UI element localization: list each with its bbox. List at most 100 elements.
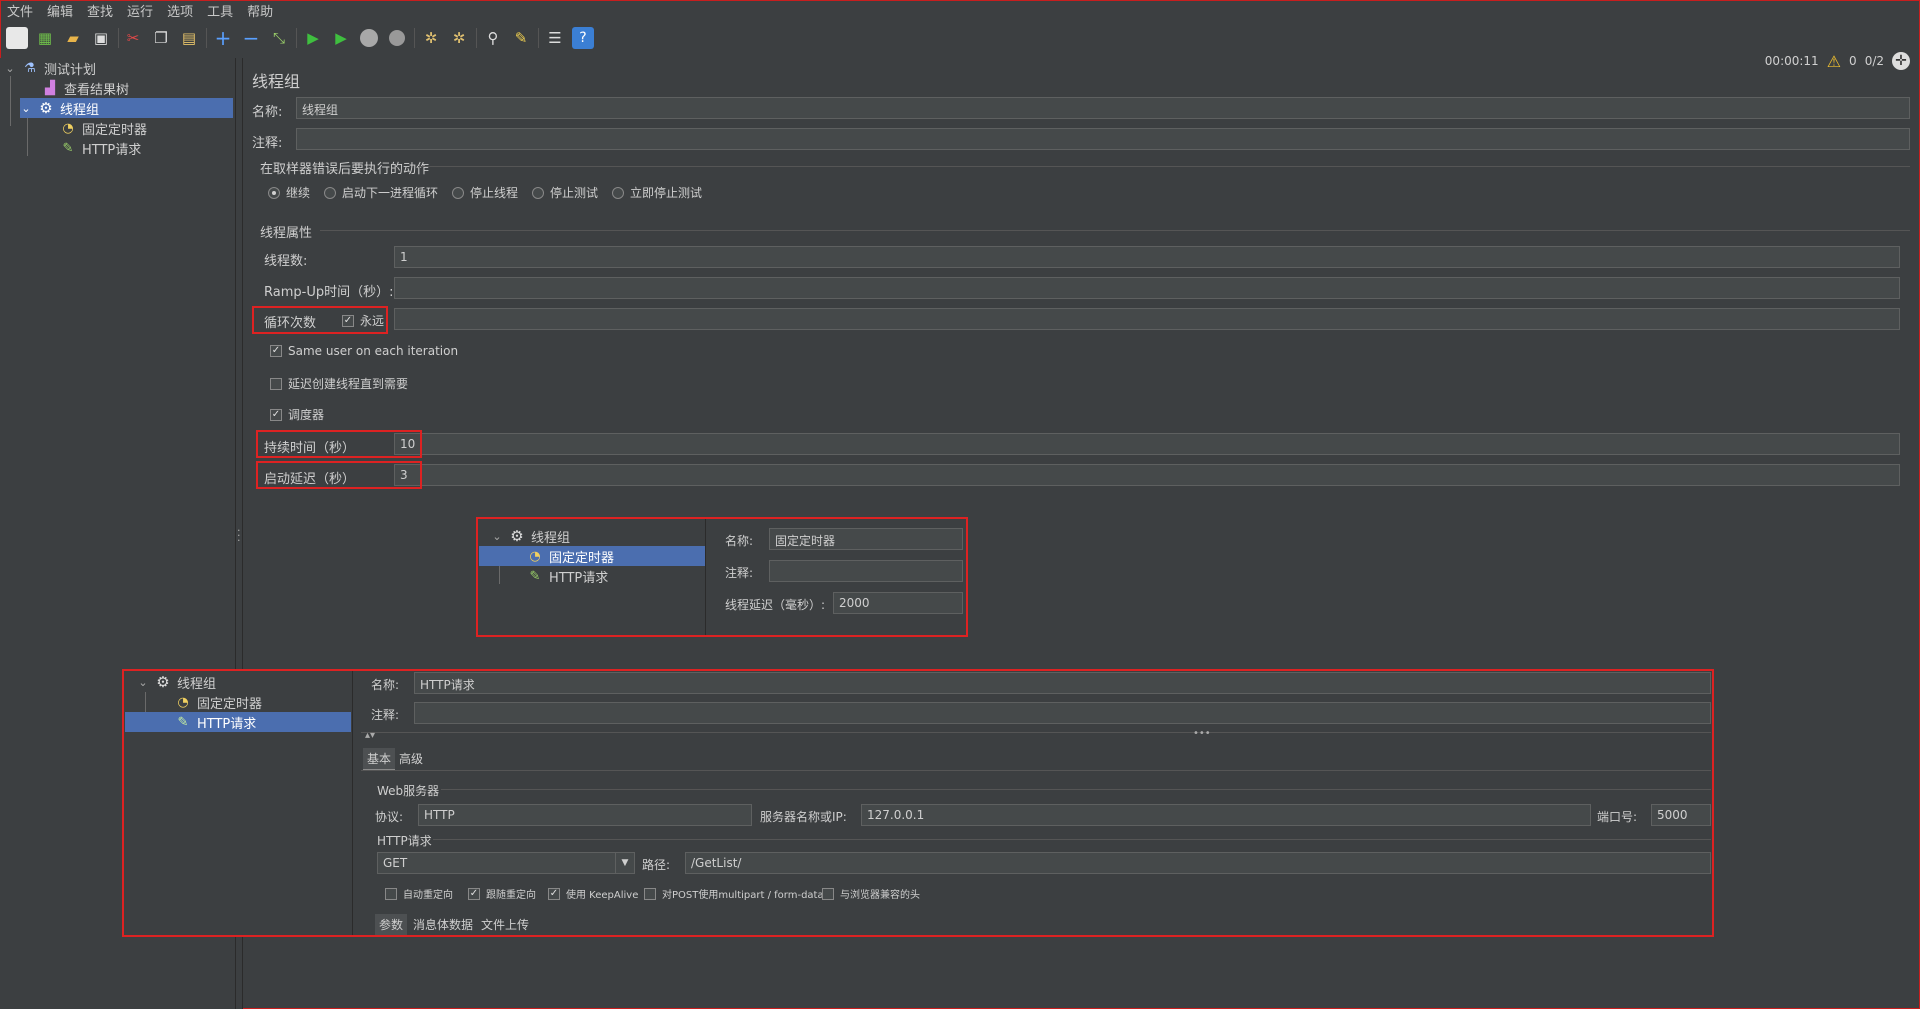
- tab-parameters[interactable]: 参数: [375, 914, 408, 937]
- cut-icon[interactable]: ✂: [122, 27, 144, 49]
- startup-delay-field[interactable]: 3: [394, 464, 1900, 486]
- comment-field[interactable]: [414, 702, 1711, 724]
- shutdown-icon[interactable]: [386, 27, 408, 49]
- tree-item-constant-timer[interactable]: ◔ 固定定时器: [125, 692, 351, 712]
- comment-field[interactable]: [296, 128, 1910, 150]
- toggle-icon[interactable]: ⤡: [268, 27, 290, 49]
- paste-icon[interactable]: ▤: [178, 27, 200, 49]
- checkbox-indicator[interactable]: [270, 377, 282, 390]
- collapse-icon[interactable]: −: [240, 26, 262, 50]
- chevron-down-icon[interactable]: ⌄: [20, 102, 32, 115]
- tree-item-thread-group[interactable]: ⌄ ⚙ 线程组: [137, 672, 337, 692]
- tree-item-constant-timer[interactable]: ◔ 固定定时器: [479, 546, 705, 566]
- radio-indicator[interactable]: [612, 186, 624, 199]
- menu-help[interactable]: 帮助: [240, 1, 280, 20]
- menu-run[interactable]: 运行: [120, 1, 160, 20]
- radio-indicator[interactable]: [268, 186, 280, 199]
- tree-item-thread-group[interactable]: ⌄ ⚙ 线程组: [491, 526, 691, 546]
- start-no-pause-icon[interactable]: ▶: [330, 27, 352, 49]
- timer-icon: ◔: [177, 694, 189, 710]
- copy-icon[interactable]: ❐: [150, 27, 172, 49]
- checkbox-indicator[interactable]: ✓: [342, 314, 354, 327]
- browser-headers-checkbox[interactable]: 与浏览器兼容的头: [822, 886, 920, 901]
- comment-field[interactable]: [769, 560, 963, 582]
- tree-item-constant-timer[interactable]: ◔ 固定定时器: [40, 118, 250, 138]
- name-field[interactable]: 线程组: [296, 97, 1910, 119]
- chevron-down-icon[interactable]: ⌄: [137, 676, 149, 689]
- checkbox-indicator[interactable]: ✓: [468, 887, 480, 900]
- name-field[interactable]: 固定定时器: [769, 528, 963, 550]
- timer-icon: ◔: [62, 120, 74, 136]
- split-arrows-icon[interactable]: ▴▾: [365, 730, 375, 741]
- tree-item-http-request[interactable]: ✎ HTTP请求: [479, 566, 705, 586]
- checkbox-indicator[interactable]: [822, 887, 834, 900]
- menu-file[interactable]: 文件: [0, 1, 40, 20]
- tab-body-data[interactable]: 消息体数据: [413, 916, 473, 933]
- save-icon[interactable]: ▣: [90, 27, 112, 49]
- name-field[interactable]: HTTP请求: [414, 672, 1711, 694]
- menu-options[interactable]: 选项: [160, 1, 200, 20]
- tree-item-test-plan[interactable]: ⌄ ⚗ 测试计划: [4, 58, 232, 78]
- server-field[interactable]: 127.0.0.1: [861, 804, 1591, 826]
- chevron-down-icon[interactable]: ⌄: [4, 62, 16, 75]
- loop-count-field[interactable]: [394, 308, 1900, 330]
- templates-icon[interactable]: ▦: [34, 27, 56, 49]
- menu-search[interactable]: 查找: [80, 1, 120, 20]
- scheduler-checkbox[interactable]: ✓ 调度器: [270, 406, 324, 423]
- tab-basic[interactable]: 基本: [363, 748, 396, 771]
- method-select[interactable]: GET ▼: [377, 852, 635, 874]
- checkbox-indicator[interactable]: ✓: [548, 887, 560, 900]
- checkbox-indicator[interactable]: [644, 887, 656, 900]
- multipart-checkbox[interactable]: 对POST使用multipart / form-data: [644, 886, 824, 901]
- radio-indicator[interactable]: [324, 186, 336, 199]
- open-icon[interactable]: ▰: [62, 27, 84, 49]
- delay-thread-creation-checkbox[interactable]: 延迟创建线程直到需要: [270, 375, 408, 392]
- stop-icon[interactable]: [358, 27, 380, 49]
- tree-item-thread-group[interactable]: ⌄ ⚙ 线程组: [20, 98, 233, 118]
- path-field[interactable]: /GetList/: [685, 852, 1711, 874]
- tree-item-results-tree[interactable]: ▟ 查看结果树: [22, 78, 252, 98]
- radio-start-next-loop[interactable]: 启动下一进程循环: [324, 184, 438, 201]
- tab-file-upload[interactable]: 文件上传: [481, 916, 529, 933]
- tree-item-http-request[interactable]: ✎ HTTP请求: [40, 138, 250, 158]
- tab-advanced[interactable]: 高级: [399, 750, 423, 767]
- tree-item-http-request[interactable]: ✎ HTTP请求: [125, 712, 351, 732]
- checkbox-indicator[interactable]: ✓: [270, 408, 282, 421]
- port-field[interactable]: 5000: [1651, 804, 1711, 826]
- help-icon[interactable]: ?: [572, 27, 594, 49]
- expand-icon[interactable]: +: [212, 26, 234, 50]
- clear-all-icon[interactable]: ✲: [448, 27, 470, 49]
- start-icon[interactable]: ▶: [302, 27, 324, 49]
- keepalive-checkbox[interactable]: ✓ 使用 KeepAlive: [548, 886, 638, 901]
- menu-tools[interactable]: 工具: [200, 1, 240, 20]
- radio-stop-test-now[interactable]: 立即停止测试: [612, 184, 702, 201]
- new-icon[interactable]: [6, 27, 28, 49]
- same-user-checkbox[interactable]: ✓ Same user on each iteration: [270, 344, 458, 358]
- function-helper-icon[interactable]: ☰: [544, 27, 566, 49]
- follow-redirect-checkbox[interactable]: ✓ 跟随重定向: [468, 886, 536, 901]
- clear-icon[interactable]: ✲: [420, 27, 442, 49]
- radio-stop-thread[interactable]: 停止线程: [452, 184, 518, 201]
- duration-field[interactable]: 10: [394, 433, 1900, 455]
- auto-redirect-checkbox[interactable]: 自动重定向: [385, 886, 453, 901]
- checkbox-indicator[interactable]: [385, 887, 397, 900]
- radio-indicator[interactable]: [452, 186, 464, 199]
- chevron-down-icon[interactable]: ▼: [615, 853, 634, 873]
- radio-label: 停止测试: [550, 186, 599, 200]
- loop-forever-checkbox[interactable]: ✓ 永远: [342, 312, 384, 329]
- checkbox-indicator[interactable]: ✓: [270, 345, 282, 357]
- chevron-down-icon[interactable]: ⌄: [491, 530, 503, 543]
- threads-field[interactable]: 1: [394, 246, 1900, 268]
- radio-continue[interactable]: 继续: [268, 184, 310, 201]
- search-icon[interactable]: ⚲: [482, 27, 504, 49]
- radio-stop-test[interactable]: 停止测试: [532, 184, 598, 201]
- reset-search-icon[interactable]: ✎: [510, 27, 532, 49]
- rampup-field[interactable]: [394, 277, 1900, 299]
- menu-edit[interactable]: 编辑: [40, 1, 80, 20]
- radio-indicator[interactable]: [532, 186, 544, 199]
- pipette-icon: ✎: [529, 568, 541, 584]
- tree-item-label: 线程组: [177, 676, 217, 692]
- delay-field[interactable]: 2000: [833, 592, 963, 614]
- protocol-field[interactable]: HTTP: [418, 804, 752, 826]
- split-handle-icon[interactable]: •••: [1193, 728, 1211, 739]
